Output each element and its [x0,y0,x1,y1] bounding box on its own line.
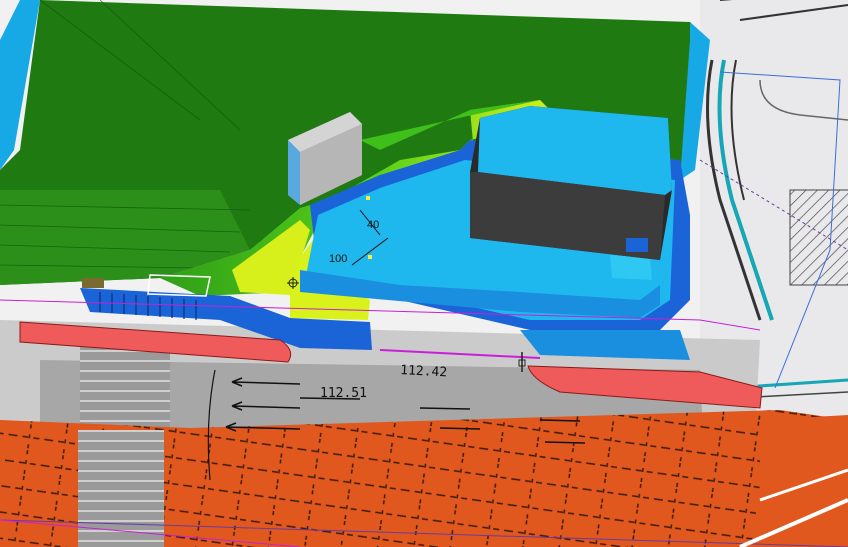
crosswalk-lower [78,430,164,547]
plan-parcels [0,410,848,547]
cad-3d-viewport[interactable]: 40 100 112.42 112.51 [0,0,848,547]
main-building[interactable] [470,106,672,260]
dimension-label-40: 40 [367,219,379,231]
elevation-label-upper: 112.42 [400,363,448,380]
site-model-canvas[interactable]: 40 100 112.42 112.51 [0,0,848,547]
hatched-plot [789,189,848,286]
dimension-label-100: 100 [329,253,347,265]
crosswalk-upper [80,345,170,430]
elevation-label-lower: 112.51 [320,386,367,401]
